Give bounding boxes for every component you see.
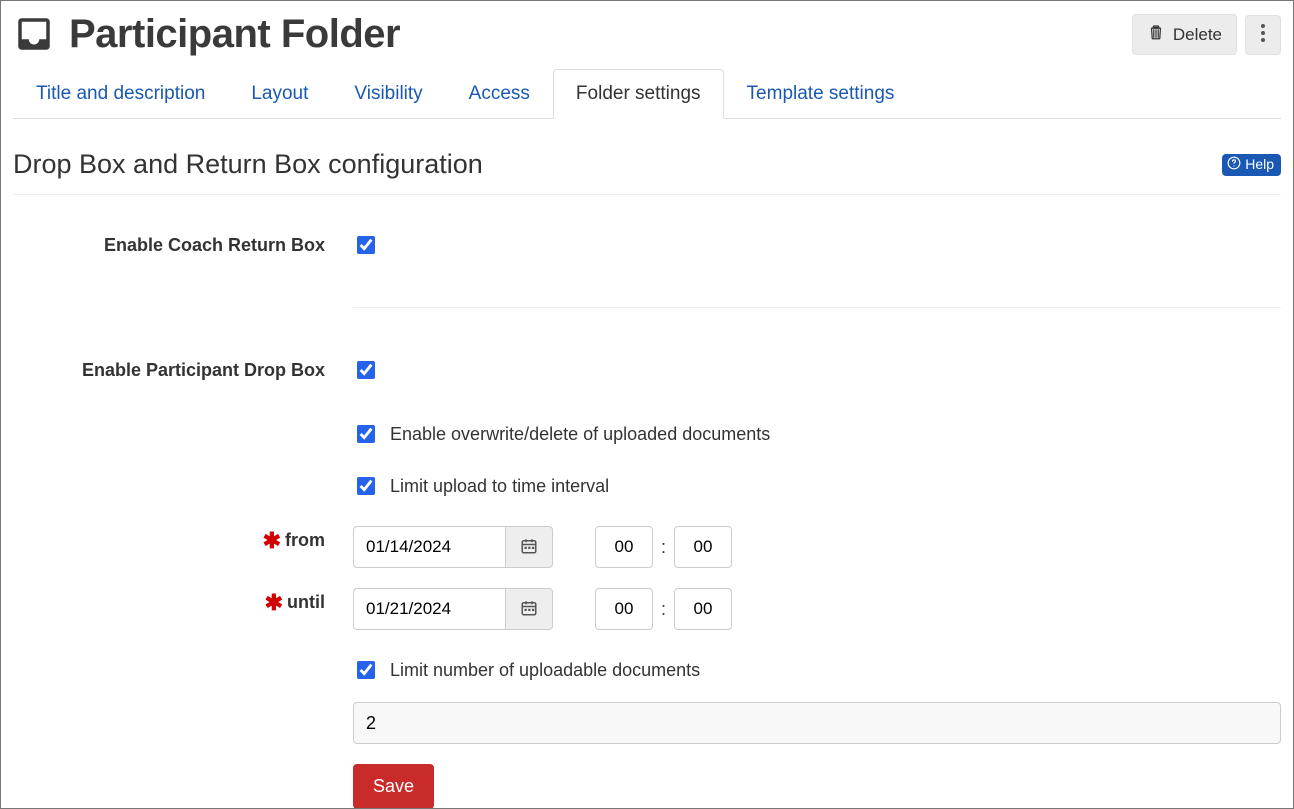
limit-num-group: Limit number of uploadable documents bbox=[353, 658, 1281, 682]
label-from: from bbox=[285, 530, 325, 550]
row-until: ✱until : bbox=[13, 588, 1281, 630]
calendar-icon bbox=[520, 599, 538, 620]
limit-num-input[interactable] bbox=[353, 702, 1281, 744]
checkbox-overwrite[interactable] bbox=[357, 425, 375, 443]
until-min-input[interactable] bbox=[674, 588, 732, 630]
section-title: Drop Box and Return Box configuration bbox=[13, 149, 483, 180]
row-dropbox: Enable Participant Drop Box bbox=[13, 358, 1281, 382]
from-min-input[interactable] bbox=[674, 526, 732, 568]
trash-icon bbox=[1147, 23, 1165, 46]
row-overwrite: Enable overwrite/delete of uploaded docu… bbox=[13, 422, 1281, 446]
row-from: ✱from : bbox=[13, 526, 1281, 568]
row-coach-return: Enable Coach Return Box bbox=[13, 233, 1281, 257]
checkbox-dropbox[interactable] bbox=[357, 361, 375, 379]
kebab-icon bbox=[1260, 23, 1266, 46]
label-overwrite: Enable overwrite/delete of uploaded docu… bbox=[390, 424, 770, 445]
label-limit-num: Limit number of uploadable documents bbox=[390, 660, 700, 681]
required-marker: ✱ bbox=[265, 590, 283, 615]
overwrite-group: Enable overwrite/delete of uploaded docu… bbox=[353, 422, 1281, 446]
header: Participant Folder Delete bbox=[13, 9, 1281, 60]
time-colon: : bbox=[661, 537, 666, 558]
row-limit-num-value bbox=[13, 702, 1281, 744]
tab-access[interactable]: Access bbox=[446, 69, 553, 119]
label-until: until bbox=[287, 592, 325, 612]
section-header: Drop Box and Return Box configuration He… bbox=[13, 149, 1281, 195]
row-limit-time: Limit upload to time interval bbox=[13, 474, 1281, 498]
delete-button[interactable]: Delete bbox=[1132, 14, 1237, 55]
until-date-picker-button[interactable] bbox=[505, 588, 553, 630]
label-coach-return: Enable Coach Return Box bbox=[13, 233, 353, 256]
label-dropbox: Enable Participant Drop Box bbox=[13, 358, 353, 381]
tab-template-settings[interactable]: Template settings bbox=[724, 69, 918, 119]
calendar-icon bbox=[520, 537, 538, 558]
time-colon: : bbox=[661, 599, 666, 620]
more-menu-button[interactable] bbox=[1245, 15, 1281, 55]
app-frame: Participant Folder Delete Title and desc… bbox=[0, 0, 1294, 809]
help-label: Help bbox=[1245, 156, 1274, 172]
limit-time-group: Limit upload to time interval bbox=[353, 474, 1281, 498]
inbox-icon bbox=[13, 9, 55, 60]
label-limit-time: Limit upload to time interval bbox=[390, 476, 609, 497]
from-hour-input[interactable] bbox=[595, 526, 653, 568]
checkbox-coach-return[interactable] bbox=[357, 236, 375, 254]
page-title: Participant Folder bbox=[69, 12, 400, 57]
row-save: Save bbox=[13, 764, 1281, 809]
tab-folder-settings[interactable]: Folder settings bbox=[553, 69, 724, 119]
tab-layout[interactable]: Layout bbox=[228, 69, 331, 119]
until-hour-input[interactable] bbox=[595, 588, 653, 630]
help-button[interactable]: Help bbox=[1222, 154, 1281, 176]
tab-visibility[interactable]: Visibility bbox=[331, 69, 445, 119]
form: Enable Coach Return Box Enable Participa… bbox=[13, 233, 1281, 809]
title-group: Participant Folder bbox=[13, 9, 400, 60]
save-button[interactable]: Save bbox=[353, 764, 434, 809]
from-date-input[interactable] bbox=[353, 526, 505, 568]
tabs: Title and description Layout Visibility … bbox=[13, 68, 1281, 119]
from-date-picker-button[interactable] bbox=[505, 526, 553, 568]
header-actions: Delete bbox=[1132, 14, 1281, 55]
tab-title-description[interactable]: Title and description bbox=[13, 69, 228, 119]
help-icon bbox=[1227, 156, 1241, 173]
divider bbox=[353, 307, 1281, 308]
checkbox-limit-time[interactable] bbox=[357, 477, 375, 495]
required-marker: ✱ bbox=[263, 528, 281, 553]
until-date-input[interactable] bbox=[353, 588, 505, 630]
row-limit-num: Limit number of uploadable documents bbox=[13, 658, 1281, 682]
delete-label: Delete bbox=[1173, 25, 1222, 45]
checkbox-limit-num[interactable] bbox=[357, 661, 375, 679]
